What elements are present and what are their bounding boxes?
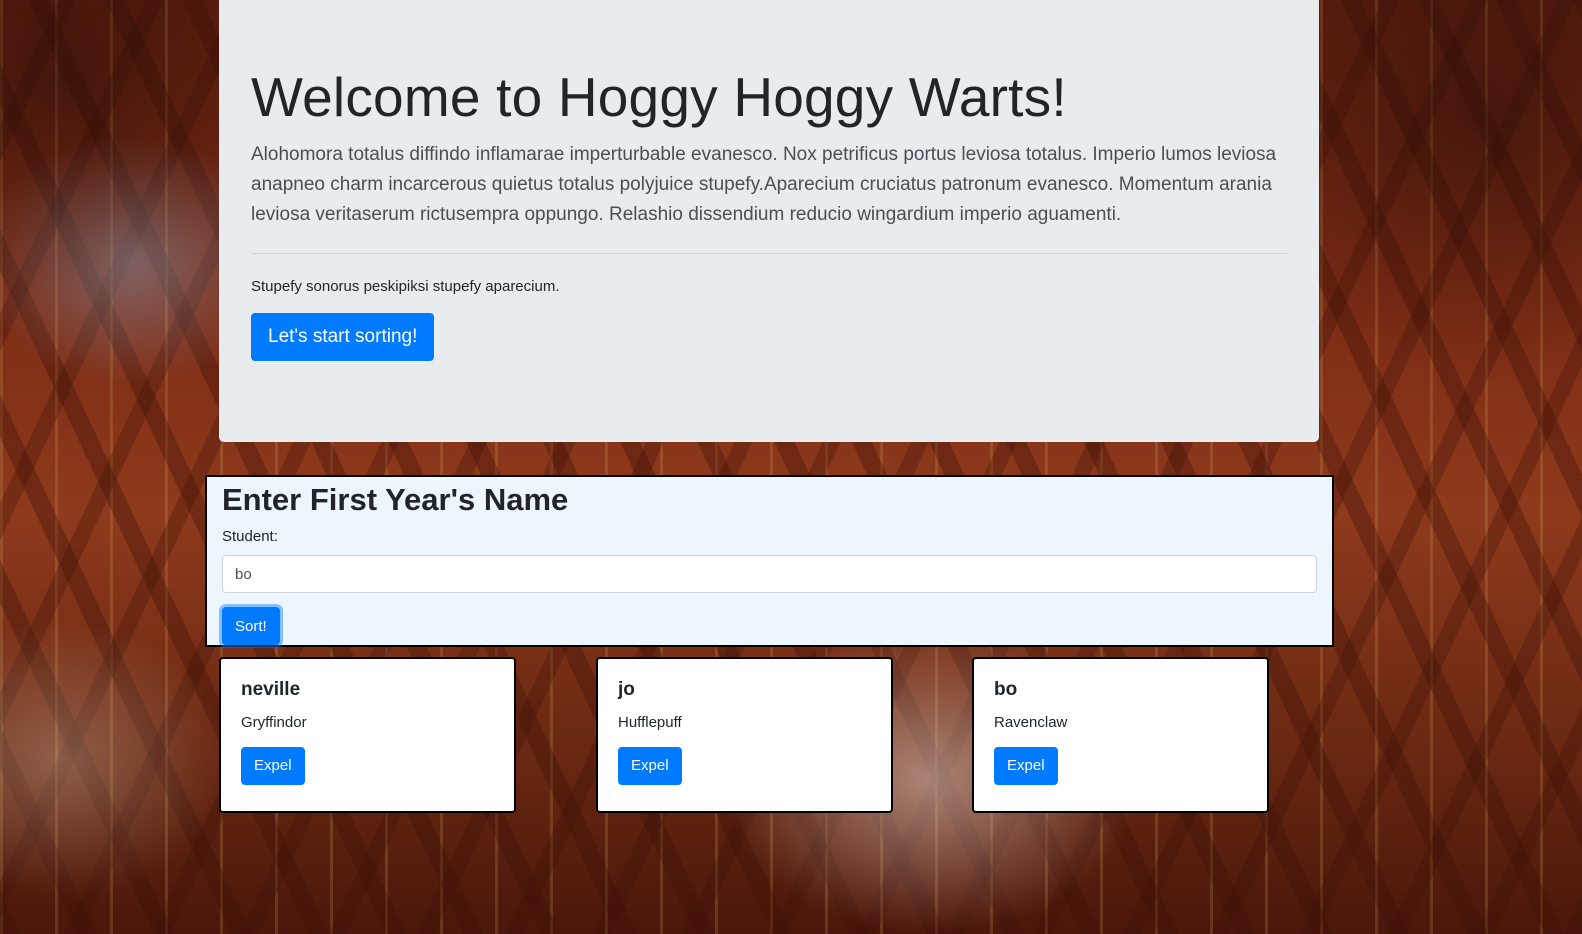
student-name-input[interactable] — [222, 555, 1317, 594]
jumbotron: Welcome to Hoggy Hoggy Warts! Alohomora … — [219, 0, 1319, 442]
student-label: Student: — [222, 528, 278, 546]
lead-paragraph: Alohomora totalus diffindo inflamarae im… — [251, 144, 1277, 225]
student-card-bo: bo Ravenclaw Expel — [972, 657, 1269, 813]
sort-button[interactable]: Sort! — [222, 607, 280, 646]
divider — [251, 253, 1287, 255]
page-title: Welcome to Hoggy Hoggy Warts! — [251, 66, 1067, 128]
sorting-form: Enter First Year's Name Student: Sort! — [205, 475, 1334, 647]
student-card-jo: jo Hufflepuff Expel — [596, 657, 893, 813]
student-name: jo — [618, 679, 635, 700]
expel-button[interactable]: Expel — [618, 746, 682, 785]
student-house: Gryffindor — [241, 713, 307, 731]
form-title: Enter First Year's Name — [222, 482, 569, 517]
expel-button[interactable]: Expel — [994, 746, 1058, 785]
start-sorting-button[interactable]: Let's start sorting! — [251, 313, 435, 362]
student-card-neville: neville Gryffindor Expel — [219, 657, 516, 813]
student-house: Hufflepuff — [618, 713, 682, 731]
expel-button[interactable]: Expel — [241, 746, 305, 785]
student-name: bo — [994, 679, 1018, 700]
student-house: Ravenclaw — [994, 713, 1068, 731]
subtext: Stupefy sonorus peskipiksi stupefy apare… — [251, 278, 560, 296]
student-name: neville — [241, 679, 301, 700]
